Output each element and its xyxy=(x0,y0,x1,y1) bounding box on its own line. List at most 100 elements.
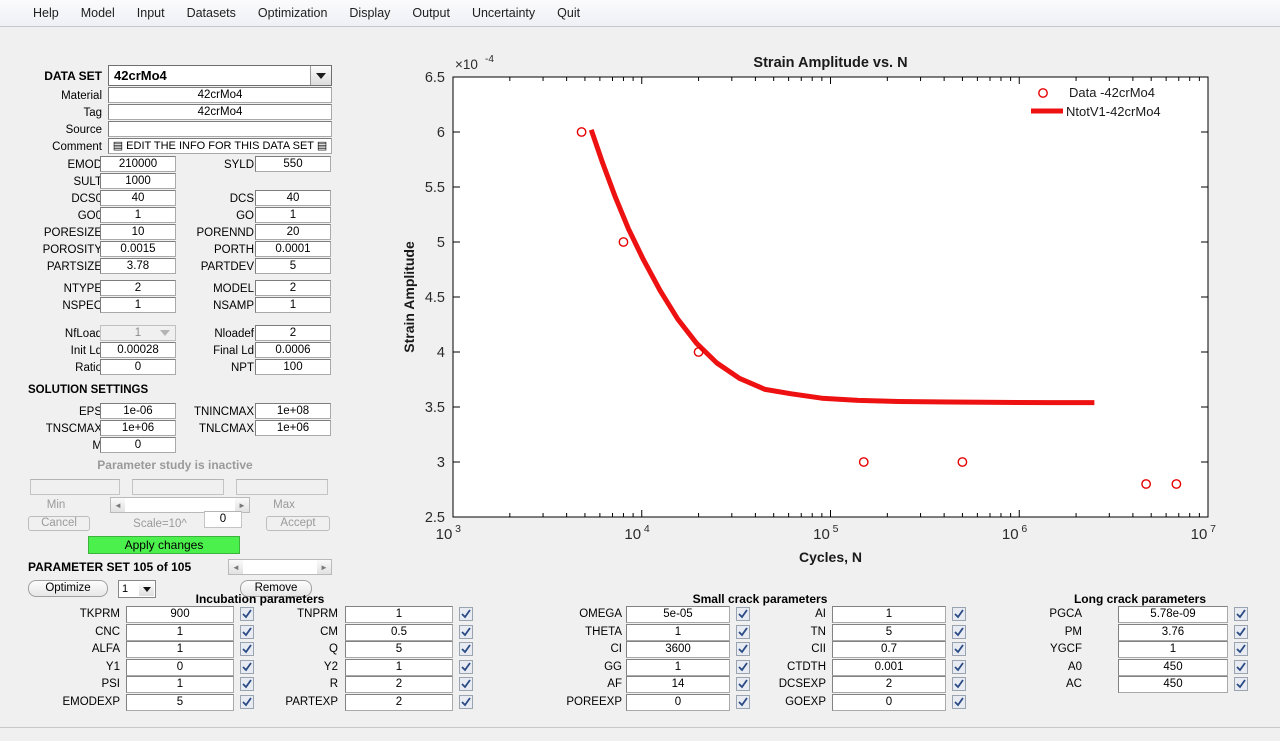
param-input-cii[interactable]: 0.7 xyxy=(832,641,946,658)
param-checkbox-tn[interactable] xyxy=(952,624,966,639)
scale-value-field[interactable]: 0 xyxy=(204,511,242,528)
param-input-goexp[interactable]: 0 xyxy=(832,693,946,711)
param-checkbox-emodexp[interactable] xyxy=(240,694,254,709)
param-input-y1[interactable]: 0 xyxy=(126,658,234,676)
param-checkbox-r[interactable] xyxy=(459,677,473,691)
field-input-go[interactable]: 1 xyxy=(255,207,331,223)
field-input-source[interactable] xyxy=(108,121,332,137)
param-input-y2[interactable]: 1 xyxy=(345,658,453,676)
param-input-cnc[interactable]: 1 xyxy=(126,623,234,641)
param-input-q[interactable]: 5 xyxy=(345,641,453,658)
accept-button[interactable]: Accept xyxy=(266,516,330,531)
param-checkbox-gg[interactable] xyxy=(736,659,750,674)
param-input-ci[interactable]: 3600 xyxy=(626,641,730,658)
param-study-box-2[interactable] xyxy=(132,479,224,495)
pset-slider-right-arrow[interactable]: ► xyxy=(317,560,331,574)
param-input-cm[interactable]: 0.5 xyxy=(345,623,453,641)
dataset-combobox[interactable]: 42crMo4 xyxy=(108,65,332,86)
param-checkbox-y1[interactable] xyxy=(240,659,254,674)
pset-slider-trough[interactable] xyxy=(243,560,317,574)
field-input-ratio[interactable]: 0 xyxy=(100,359,176,375)
field-input-porennd[interactable]: 20 xyxy=(255,224,331,240)
menu-item-display[interactable]: Display xyxy=(338,3,401,23)
param-input-emodexp[interactable]: 5 xyxy=(126,693,234,711)
slider-trough[interactable] xyxy=(125,498,235,512)
menu-item-uncertainty[interactable]: Uncertainty xyxy=(461,3,546,23)
param-checkbox-af[interactable] xyxy=(736,677,750,691)
menu-item-optimization[interactable]: Optimization xyxy=(247,3,338,23)
field-input-nsamp[interactable]: 1 xyxy=(255,297,331,313)
param-checkbox-tnprm[interactable] xyxy=(459,607,473,621)
param-input-alfa[interactable]: 1 xyxy=(126,641,234,658)
param-input-poreexp[interactable]: 0 xyxy=(626,693,730,711)
field-input-poresize[interactable]: 10 xyxy=(100,224,176,240)
apply-changes-button[interactable]: Apply changes xyxy=(88,536,240,554)
param-input-a0[interactable]: 450 xyxy=(1118,658,1228,676)
param-checkbox-poreexp[interactable] xyxy=(736,694,750,709)
field-input-partsize[interactable]: 3.78 xyxy=(100,258,176,274)
field-input-tnincmax[interactable]: 1e+08 xyxy=(255,403,331,419)
param-checkbox-pgca[interactable] xyxy=(1234,607,1248,621)
field-input-m[interactable]: 0 xyxy=(100,437,176,453)
param-study-box-3[interactable] xyxy=(236,479,328,495)
slider-right-arrow[interactable]: ► xyxy=(235,498,249,512)
param-checkbox-ctdth[interactable] xyxy=(952,659,966,674)
menu-item-input[interactable]: Input xyxy=(126,3,176,23)
param-checkbox-a0[interactable] xyxy=(1234,659,1248,674)
param-checkbox-cii[interactable] xyxy=(952,642,966,656)
param-checkbox-y2[interactable] xyxy=(459,659,473,674)
field-input-tnlcmax[interactable]: 1e+06 xyxy=(255,420,331,436)
param-checkbox-ac[interactable] xyxy=(1234,677,1248,691)
param-study-box-1[interactable] xyxy=(30,479,120,495)
param-input-dcsexp[interactable]: 2 xyxy=(832,676,946,693)
param-input-ygcf[interactable]: 1 xyxy=(1118,641,1228,658)
field-input-ntype[interactable]: 2 xyxy=(100,280,176,296)
param-input-theta[interactable]: 1 xyxy=(626,623,730,641)
param-input-ac[interactable]: 450 xyxy=(1118,676,1228,693)
field-input-emod[interactable]: 210000 xyxy=(100,156,176,172)
param-checkbox-theta[interactable] xyxy=(736,624,750,639)
param-input-omega[interactable]: 5e-05 xyxy=(626,606,730,623)
field-input-partdev[interactable]: 5 xyxy=(255,258,331,274)
param-checkbox-psi[interactable] xyxy=(240,677,254,691)
param-input-tkprm[interactable]: 900 xyxy=(126,606,234,623)
param-checkbox-ygcf[interactable] xyxy=(1234,642,1248,656)
field-input-comment[interactable]: ▤ EDIT THE INFO FOR THIS DATA SET ▤ xyxy=(108,138,332,154)
param-checkbox-q[interactable] xyxy=(459,642,473,656)
slider-left-arrow[interactable]: ◄ xyxy=(111,498,125,512)
field-input-tnscmax[interactable]: 1e+06 xyxy=(100,420,176,436)
param-checkbox-cm[interactable] xyxy=(459,624,473,639)
param-checkbox-pm[interactable] xyxy=(1234,624,1248,639)
field-input-sult[interactable]: 1000 xyxy=(100,173,176,189)
field-input-npt[interactable]: 100 xyxy=(255,359,331,375)
param-checkbox-omega[interactable] xyxy=(736,607,750,621)
param-input-ctdth[interactable]: 0.001 xyxy=(832,658,946,676)
field-input-init-ld[interactable]: 0.00028 xyxy=(100,342,176,358)
param-checkbox-cnc[interactable] xyxy=(240,624,254,639)
param-input-gg[interactable]: 1 xyxy=(626,658,730,676)
param-input-tnprm[interactable]: 1 xyxy=(345,606,453,623)
parameter-set-slider[interactable]: ◄ ► xyxy=(228,559,332,575)
field-input-porth[interactable]: 0.0001 xyxy=(255,241,331,257)
menu-item-output[interactable]: Output xyxy=(401,3,461,23)
menu-item-datasets[interactable]: Datasets xyxy=(176,3,247,23)
param-input-partexp[interactable]: 2 xyxy=(345,693,453,711)
field-input-eps[interactable]: 1e-06 xyxy=(100,403,176,419)
param-input-pm[interactable]: 3.76 xyxy=(1118,623,1228,641)
field-input-final-ld[interactable]: 0.0006 xyxy=(255,342,331,358)
param-input-r[interactable]: 2 xyxy=(345,676,453,693)
field-input-nspec[interactable]: 1 xyxy=(100,297,176,313)
chevron-down-icon[interactable] xyxy=(310,66,331,85)
field-input-dcs[interactable]: 40 xyxy=(255,190,331,206)
param-input-psi[interactable]: 1 xyxy=(126,676,234,693)
param-checkbox-goexp[interactable] xyxy=(952,694,966,709)
menu-item-help[interactable]: Help xyxy=(22,3,70,23)
cancel-button[interactable]: Cancel xyxy=(28,516,90,531)
param-input-af[interactable]: 14 xyxy=(626,676,730,693)
param-checkbox-tkprm[interactable] xyxy=(240,607,254,621)
field-input-model[interactable]: 2 xyxy=(255,280,331,296)
menu-item-model[interactable]: Model xyxy=(70,3,126,23)
param-input-pgca[interactable]: 5.78e-09 xyxy=(1118,606,1228,623)
field-input-material[interactable]: 42crMo4 xyxy=(108,87,332,103)
field-input-go0[interactable]: 1 xyxy=(100,207,176,223)
